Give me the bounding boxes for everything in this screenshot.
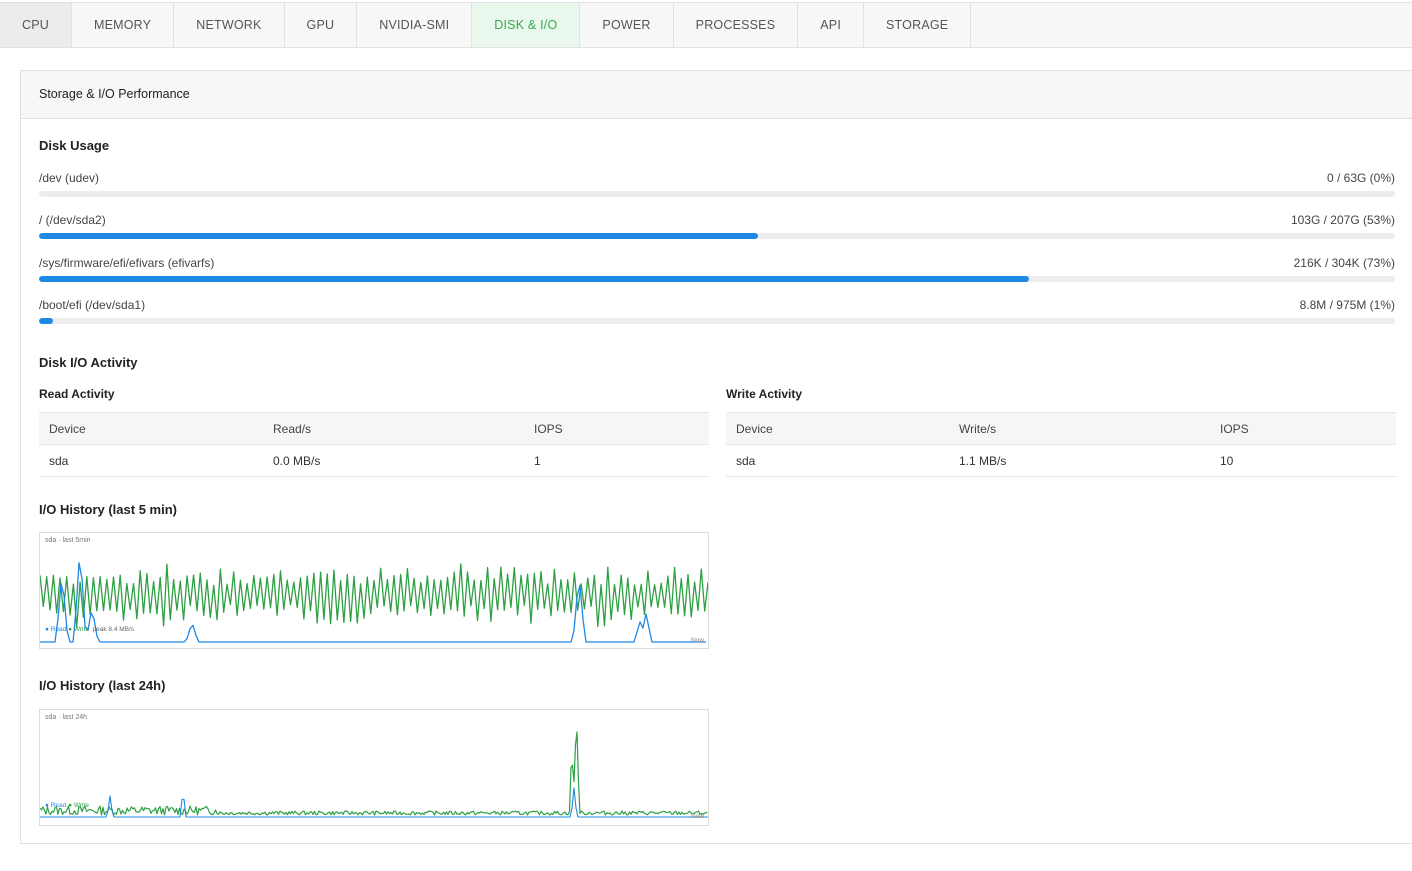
column-header: IOPS [1210,412,1396,445]
chart-caption: sda · last 5min [45,537,91,544]
column-header: Device [726,412,949,445]
legend-read: ● Read [45,802,67,809]
peak-label: peak 8.4 MB/s [92,626,135,633]
disk-label: /dev (udev) [39,171,100,185]
table-row: sda 0.0 MB/s 1 [39,444,709,477]
write-series-line [40,563,708,629]
column-header: Write/s [949,412,1210,445]
io-history-5min-chart[interactable]: sda · last 5min ● Read ● Write peak 8.4 … [39,532,709,649]
legend-read: ● Read [45,626,67,633]
tab-network[interactable]: NETWORK [174,3,285,47]
now-label: Now [690,813,704,820]
disk-label: /boot/efi (/dev/sda1) [39,298,146,312]
tab-storage[interactable]: STORAGE [864,3,972,47]
table-cell: 10 [1210,444,1396,477]
tab-bar: CPU MEMORY NETWORK GPU NVIDIA-SMI DISK &… [0,2,1412,48]
usage-bar-fill [39,318,53,324]
read-table: Device Read/s IOPS sda 0.0 MB/s 1 [39,412,709,477]
write-activity-title: Write Activity [726,387,803,401]
usage-bar [39,233,1395,239]
usage-bar [39,318,1395,324]
now-label: Now [690,637,704,644]
column-header: Device [39,412,263,445]
usage-bar [39,276,1395,282]
chart-caption: sda · last 24h [45,714,88,721]
write-table: Device Write/s IOPS sda 1.1 MB/s 10 [726,412,1396,477]
table-cell: 1 [524,444,709,477]
legend-write: ● Write [68,626,89,633]
usage-bar-fill [39,233,758,239]
disk-label: / (/dev/sda2) [39,213,106,227]
tab-api[interactable]: API [798,3,865,47]
disk-value: 216K / 304K (73%) [1293,256,1395,270]
column-header: IOPS [524,412,709,445]
io-history-24h-plot [40,731,708,818]
table-cell: 0.0 MB/s [263,444,524,477]
column-header: Read/s [263,412,524,445]
disk-value: 0 / 63G (0%) [1326,171,1395,185]
legend-write: ● Write [68,802,89,809]
chart-legend: ● Read ● Write [45,802,89,809]
tab-nvidia-smi[interactable]: NVIDIA-SMI [357,3,473,47]
disk-io-title: Disk I/O Activity [39,355,138,370]
tab-processes[interactable]: PROCESSES [674,3,799,47]
chart-legend: ● Read ● Write peak 8.4 MB/s [45,626,134,633]
disk-value: 8.8M / 975M (1%) [1299,298,1395,312]
tab-gpu[interactable]: GPU [285,3,358,47]
table-row: sda 1.1 MB/s 10 [726,444,1396,477]
table-cell: sda [726,444,949,477]
write-series-line [40,731,708,816]
disk-usage-title: Disk Usage [39,138,110,153]
table-cell: 1.1 MB/s [949,444,1210,477]
io-history-24h-chart[interactable]: sda · last 24h ● Read ● Write Now [39,709,709,826]
usage-bar [39,191,1395,197]
tab-disk-io[interactable]: DISK & I/O [472,3,581,47]
disk-label: /sys/firmware/efi/efivars (efivarfs) [39,256,215,270]
usage-bar-fill [39,276,1029,282]
read-activity-title: Read Activity [39,387,115,401]
tab-memory[interactable]: MEMORY [72,3,175,47]
tab-cpu[interactable]: CPU [0,3,72,47]
tab-power[interactable]: POWER [580,3,674,47]
table-cell: sda [39,444,263,477]
panel-title: Storage & I/O Performance [21,71,1412,119]
disk-value: 103G / 207G (53%) [1290,213,1395,227]
io-history-5min-plot [40,562,708,643]
history-5min-title: I/O History (last 5 min) [39,502,177,517]
storage-panel: Storage & I/O Performance Disk Usage /de… [20,70,1412,844]
history-24h-title: I/O History (last 24h) [39,678,166,693]
